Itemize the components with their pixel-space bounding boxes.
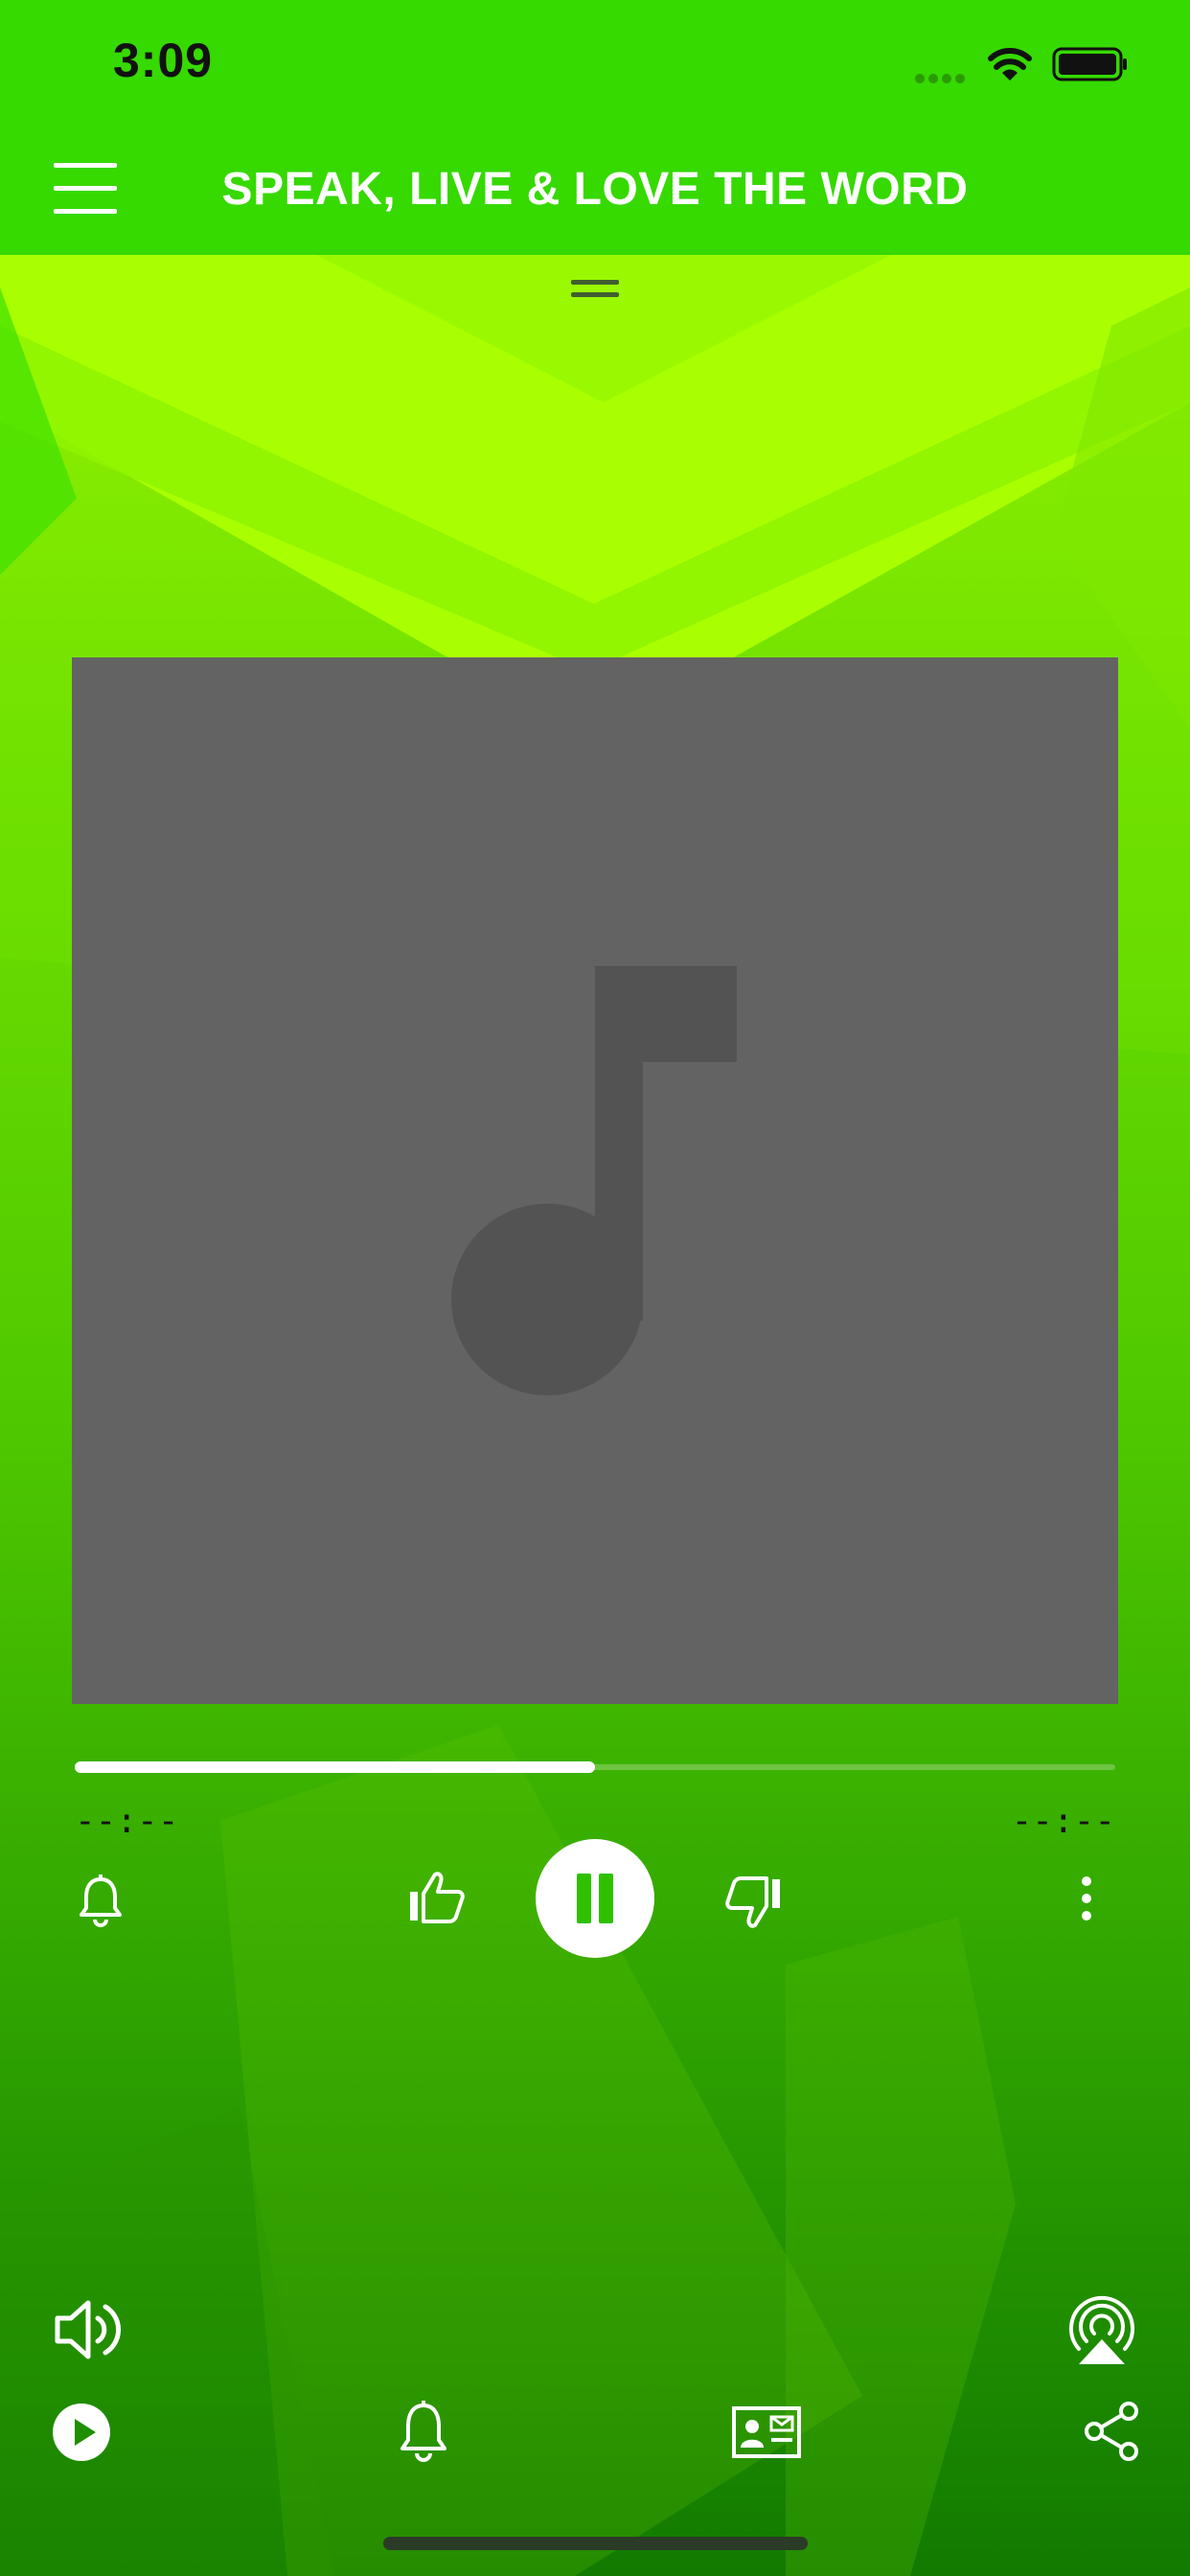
- bell-icon-bottom[interactable]: [399, 2400, 448, 2463]
- app-header: SPEAK, LIVE & LOVE THE WORD: [0, 134, 1190, 255]
- status-bar: 3:09: [0, 0, 1190, 134]
- pause-icon: [577, 1874, 591, 1923]
- playback-progress-bar[interactable]: [75, 1761, 1115, 1773]
- music-note-icon: [451, 966, 737, 1395]
- elapsed-time: --:--: [75, 1802, 179, 1841]
- share-icon[interactable]: [1083, 2402, 1140, 2461]
- battery-icon: [1052, 47, 1127, 81]
- thumbs-up-icon[interactable]: [406, 1869, 466, 1926]
- wifi-icon: [988, 48, 1032, 80]
- album-artwork: [72, 657, 1118, 1704]
- pause-button[interactable]: [536, 1839, 654, 1958]
- pause-icon-bar: [599, 1874, 613, 1923]
- contact-card-icon[interactable]: [731, 2405, 802, 2459]
- thumbs-down-icon[interactable]: [724, 1874, 784, 1931]
- play-circle-icon[interactable]: [52, 2403, 111, 2462]
- cellular-signal-icon: [915, 71, 971, 83]
- drag-handle[interactable]: [571, 280, 619, 299]
- remaining-time: --:--: [1011, 1802, 1115, 1841]
- airplay-icon[interactable]: [1065, 2295, 1138, 2366]
- progress-fill: [75, 1761, 595, 1773]
- station-title: SPEAK, LIVE & LOVE THE WORD: [221, 164, 969, 215]
- home-indicator[interactable]: [383, 2537, 808, 2550]
- bell-icon[interactable]: [77, 1874, 125, 1927]
- status-time: 3:09: [113, 34, 214, 87]
- player-screen: 3:09 SPEAK, LIVE & LOVE THE WORD --:-- -…: [0, 0, 1190, 2576]
- more-vertical-icon[interactable]: [1077, 1875, 1096, 1921]
- speaker-volume-icon[interactable]: [54, 2295, 125, 2364]
